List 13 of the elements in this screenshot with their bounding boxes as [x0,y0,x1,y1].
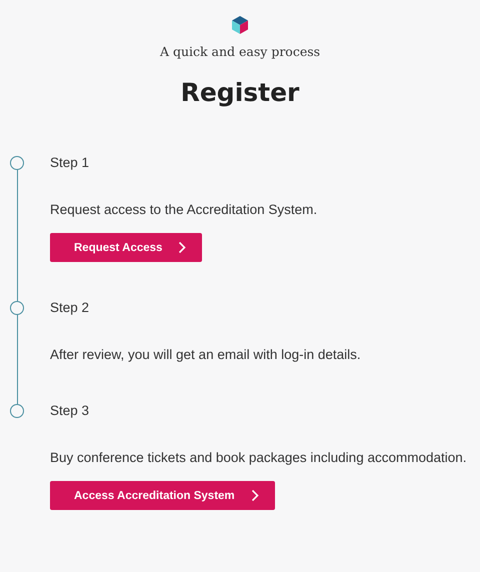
step-description: After review, you will get an email with log-in details. [50,346,361,364]
step-action-button[interactable]: Access Accreditation System [50,481,275,510]
cube-logo-icon [232,16,248,34]
step-title: Step 2 [50,299,90,317]
step-title: Step 3 [50,402,90,420]
subtitle: A quick and easy process [160,44,320,59]
step-title: Step 1 [50,154,90,172]
chevron-right-icon [250,489,259,502]
page-title: Register [180,77,300,109]
step-action-button[interactable]: Request Access [50,233,202,262]
step-description: Request access to the Accreditation System. [50,201,318,219]
step-description: Buy conference tickets and book packages including accommodation. [50,449,466,467]
chevron-right-icon [178,241,186,254]
